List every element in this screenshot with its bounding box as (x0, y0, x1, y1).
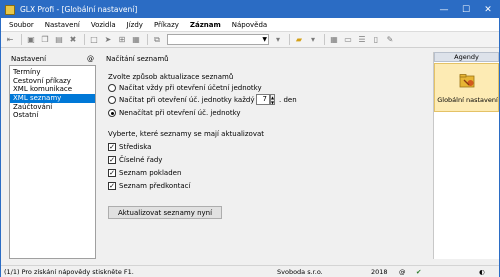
document-icon[interactable]: ▯ (370, 34, 382, 46)
list-item-terminy[interactable]: Termíny (10, 68, 95, 77)
radio-button[interactable] (108, 84, 116, 92)
radio-always[interactable]: Načítat vždy při otevření účetní jednotk… (108, 84, 262, 92)
list-item-xml-seznamy[interactable]: XML seznamy (10, 94, 95, 103)
checkbox-label: Seznam pokladen (119, 169, 182, 177)
chevron-down-icon[interactable]: ▾ (307, 34, 319, 46)
app-icon (5, 4, 15, 15)
filter-icon[interactable]: ▾ (272, 34, 284, 46)
new-document-icon[interactable]: □ (88, 34, 100, 46)
checkbox-checked[interactable]: ✓ (108, 143, 116, 151)
settings-panel-title: Nastavení (11, 55, 47, 63)
checkbox-label: Seznam předkontací (119, 182, 191, 190)
paste-icon[interactable]: ▦ (130, 34, 142, 46)
app-window: GLX Profi - [Globální nastavení] — ☐ ✕ S… (0, 0, 500, 277)
status-check-icon: ✔ (416, 268, 422, 276)
days-input[interactable]: 7 (256, 94, 270, 105)
toolbar-separator (324, 34, 325, 45)
menu-vozidla[interactable]: Vozidla (91, 21, 116, 29)
clipboard-icon[interactable]: ⧉ (151, 34, 163, 46)
agenda-header: Agendy (434, 52, 499, 62)
toolbar: ⇤ ▣ ❐ ▤ ✖ □ ➤ ⊞ ▦ ⧉ ▼ ▾ ▰ ▾ ▦ ▭ ☰ ▯ ✎ (1, 32, 499, 48)
back-icon[interactable]: ⇤ (4, 34, 16, 46)
radio-label: Načítat při otevření úč. jednotky každý (119, 96, 255, 104)
status-company: Svoboda s.r.o. (277, 268, 323, 276)
print-icon[interactable]: ▤ (53, 34, 65, 46)
list-icon[interactable]: ☰ (356, 34, 368, 46)
delete-icon[interactable]: ✖ (67, 34, 79, 46)
toolbar-separator (289, 34, 290, 45)
days-unit-label: . den (279, 96, 297, 104)
toolbar-separator (84, 34, 85, 45)
menu-soubor[interactable]: Soubor (9, 21, 34, 29)
send-icon[interactable]: ➤ (102, 34, 114, 46)
attach-icon[interactable]: ⊞ (116, 34, 128, 46)
checkbox-label: Střediska (119, 143, 152, 151)
menu-prikazy[interactable]: Příkazy (154, 21, 179, 29)
close-button[interactable]: ✕ (477, 1, 499, 18)
update-mode-label: Zvolte způsob aktualizace seznamů (108, 73, 234, 81)
check-ciselne-rady[interactable]: ✓ Číselné řady (108, 156, 162, 164)
chevron-down-icon[interactable]: ▼ (262, 35, 267, 45)
toolbar-separator (21, 34, 22, 45)
list-item-xml-komunikace[interactable]: XML komunikace (10, 85, 95, 94)
settings-list[interactable]: Termíny Cestovní příkazy XML komunikace … (9, 65, 96, 259)
radio-never[interactable]: Nenačítat při otevření úč. jednotky (108, 109, 241, 117)
menu-napoveda[interactable]: Nápověda (232, 21, 267, 29)
radio-button[interactable] (108, 96, 116, 104)
checkbox-checked[interactable]: ✓ (108, 169, 116, 177)
menu-zaznam[interactable]: Záznam (190, 21, 221, 29)
agenda-item-global-settings[interactable]: Globální nastavení (434, 63, 499, 112)
status-bar: (1/1) Pro získání nápovědy stiskněte F1.… (1, 265, 499, 277)
title-bar: GLX Profi - [Globální nastavení] — ☐ ✕ (1, 1, 499, 18)
toolbar-separator (147, 34, 148, 45)
lists-label: Vyberte, které seznamy se mají aktualizo… (108, 130, 265, 138)
window-title: GLX Profi - [Globální nastavení] (20, 5, 138, 14)
pin-icon[interactable]: @ (87, 55, 94, 63)
check-seznam-pokladen[interactable]: ✓ Seznam pokladen (108, 169, 181, 177)
status-help-text: (1/1) Pro získání nápovědy stiskněte F1. (4, 268, 134, 276)
settings-panel-header: Nastavení @ (9, 53, 96, 65)
tools-icon[interactable]: ✎ (384, 34, 396, 46)
folder-icon[interactable]: ▰ (293, 34, 305, 46)
settings-panel: Nastavení @ Termíny Cestovní příkazy XML… (9, 53, 96, 259)
minimize-button[interactable]: — (433, 1, 455, 18)
list-item-cestovni-prikazy[interactable]: Cestovní příkazy (10, 77, 95, 86)
radio-button-checked[interactable] (108, 109, 116, 117)
checkbox-checked[interactable]: ✓ (108, 182, 116, 190)
section-title: Načítání seznamů (106, 55, 169, 63)
radio-every-n-days[interactable]: Načítat při otevření úč. jednotky každý (108, 96, 254, 104)
status-year: 2018 (371, 268, 388, 276)
copy-icon[interactable]: ❐ (39, 34, 51, 46)
status-at: @ (399, 268, 406, 276)
agenda-panel: Agendy Globální nastavení (433, 52, 499, 259)
update-lists-button[interactable]: Aktualizovat seznamy nyní (108, 206, 222, 219)
list-item-ostatni[interactable]: Ostatní (10, 111, 95, 120)
list-item-zauctovani[interactable]: Zaúčtování (10, 103, 95, 112)
checkbox-label: Číselné řady (119, 156, 163, 164)
status-indicator-icon: ◐ (479, 268, 485, 276)
radio-label: Nenačítat při otevření úč. jednotky (119, 109, 241, 117)
days-spinner[interactable]: ▲ ▼ (270, 94, 275, 105)
toolbar-combo[interactable]: ▼ (167, 34, 269, 45)
checkbox-checked[interactable]: ✓ (108, 156, 116, 164)
menu-nastaveni[interactable]: Nastavení (45, 21, 80, 29)
menu-jizdy[interactable]: Jízdy (127, 21, 143, 29)
check-seznam-predkontaci[interactable]: ✓ Seznam předkontací (108, 182, 190, 190)
settings-content: Načítání seznamů Zvolte způsob aktualiza… (106, 53, 426, 259)
agenda-item-label: Globální nastavení (437, 96, 498, 104)
check-strediska[interactable]: ✓ Střediska (108, 143, 151, 151)
maximize-button[interactable]: ☐ (455, 1, 477, 18)
window-controls: — ☐ ✕ (433, 1, 499, 18)
settings-folder-icon (459, 74, 475, 88)
window-icon[interactable]: ▭ (342, 34, 354, 46)
radio-label: Načítat vždy při otevření účetní jednotk… (119, 84, 262, 92)
menu-bar: Soubor Nastavení Vozidla Jízdy Příkazy Z… (1, 18, 499, 32)
save-icon[interactable]: ▣ (25, 34, 37, 46)
grid-icon[interactable]: ▦ (328, 34, 340, 46)
